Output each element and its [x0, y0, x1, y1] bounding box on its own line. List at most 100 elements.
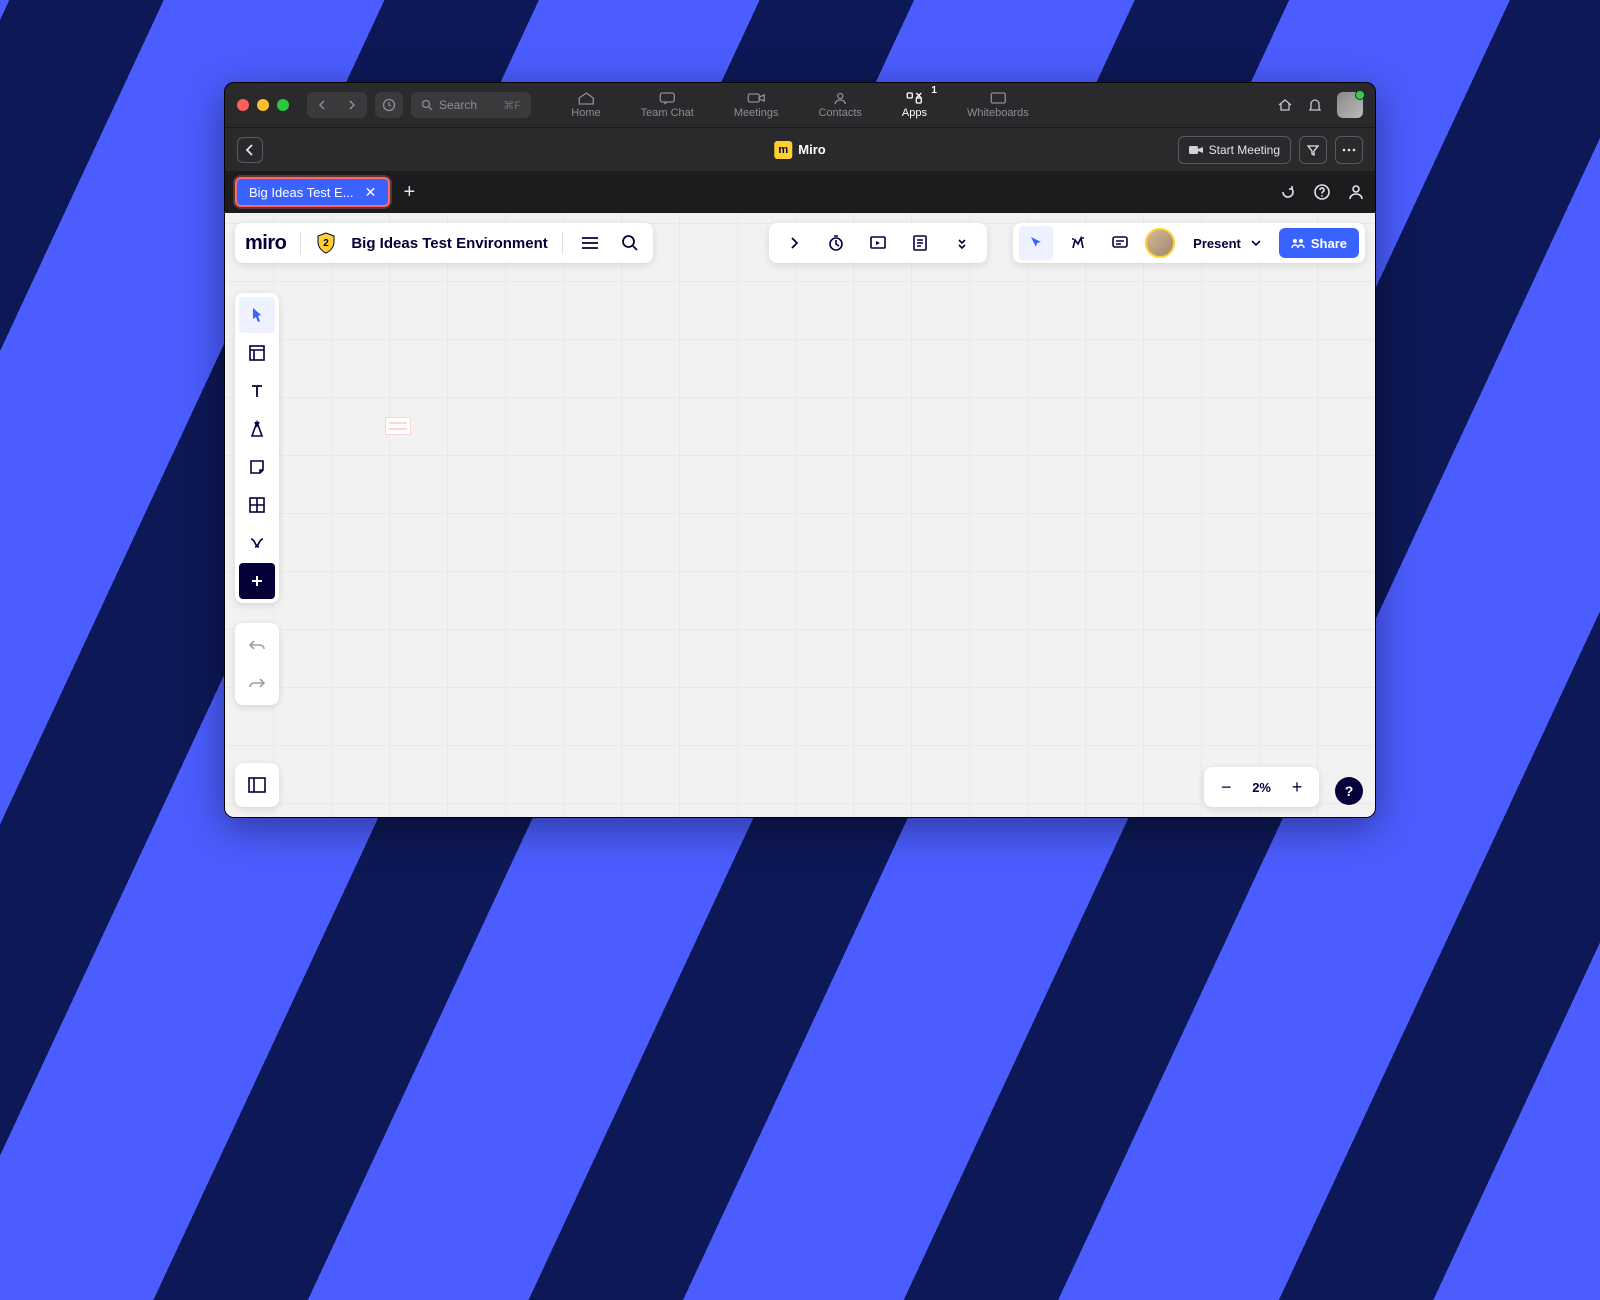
divider: [562, 232, 563, 254]
presentation-button[interactable]: [861, 226, 895, 260]
tab-home-label: Home: [571, 107, 600, 119]
svg-text:2: 2: [324, 238, 330, 249]
home-shortcut-icon[interactable]: [1277, 97, 1293, 113]
left-toolbar: [235, 293, 279, 603]
history-button[interactable]: [375, 92, 403, 118]
tabrow-right: [1279, 183, 1365, 201]
miro-brand[interactable]: miro: [245, 232, 286, 255]
center-tabs: Home Team Chat Meetings Contacts 1 Apps: [565, 83, 1034, 127]
present-dropdown[interactable]: Present: [1183, 228, 1271, 258]
app-title: m Miro: [774, 141, 825, 159]
connection-tool[interactable]: [239, 525, 275, 561]
people-icon: [1291, 237, 1305, 249]
tab-meetings-label: Meetings: [734, 107, 779, 119]
tab-whiteboards-label: Whiteboards: [967, 107, 1029, 119]
shield-badge-icon[interactable]: 2: [315, 232, 337, 254]
select-tool[interactable]: [239, 297, 275, 333]
app-name-label: Miro: [798, 142, 825, 157]
nav-arrows: [307, 92, 367, 118]
video-icon: [1189, 145, 1203, 155]
reactions-button[interactable]: [1061, 226, 1095, 260]
more-tools-button[interactable]: [945, 226, 979, 260]
board-title[interactable]: Big Ideas Test Environment: [351, 235, 547, 252]
frames-panel-button[interactable]: [235, 763, 279, 807]
undo-button[interactable]: [239, 627, 275, 663]
search-shortcut: ⌘F: [503, 99, 521, 112]
filter-button[interactable]: [1299, 136, 1327, 164]
zoom-out-button[interactable]: −: [1210, 771, 1242, 803]
board-object[interactable]: [385, 417, 411, 435]
search-icon: [421, 99, 433, 111]
titlebar: Search ⌘F Home Team Chat Meetings Contac…: [225, 83, 1375, 127]
collaborator-avatar[interactable]: [1145, 228, 1175, 258]
nav-forward-button[interactable]: [339, 94, 365, 116]
cursor-tool-button[interactable]: [1019, 226, 1053, 260]
grid-tool[interactable]: [239, 487, 275, 523]
zoom-level[interactable]: 2%: [1246, 780, 1277, 795]
apps-badge: 1: [931, 85, 937, 96]
notifications-icon[interactable]: [1307, 97, 1323, 113]
help-button[interactable]: [1313, 183, 1331, 201]
nav-back-button[interactable]: [309, 94, 335, 116]
board-menu-button[interactable]: [577, 232, 603, 254]
whiteboard-icon: [989, 91, 1007, 105]
app-window: Search ⌘F Home Team Chat Meetings Contac…: [224, 82, 1376, 818]
window-minimize-button[interactable]: [257, 99, 269, 111]
tab-meetings[interactable]: Meetings: [728, 87, 785, 123]
board-tab-active[interactable]: Big Ideas Test E... ✕: [235, 177, 390, 207]
search-placeholder: Search: [439, 98, 477, 112]
share-label: Share: [1311, 236, 1347, 251]
zoom-controls: − 2% +: [1204, 767, 1319, 807]
template-tool[interactable]: [239, 335, 275, 371]
chat-icon: [658, 91, 676, 105]
share-button[interactable]: Share: [1279, 228, 1359, 258]
add-more-tool[interactable]: [239, 563, 275, 599]
tab-row: Big Ideas Test E... ✕ +: [225, 171, 1375, 213]
app-back-button[interactable]: [237, 137, 263, 163]
video-icon: [747, 91, 765, 105]
canvas[interactable]: miro 2 Big Ideas Test Environment: [225, 213, 1375, 817]
tab-team-chat[interactable]: Team Chat: [635, 87, 700, 123]
tab-contacts-label: Contacts: [818, 107, 861, 119]
board-header-bar: miro 2 Big Ideas Test Environment: [235, 223, 653, 263]
tab-team-chat-label: Team Chat: [641, 107, 694, 119]
refresh-button[interactable]: [1279, 183, 1297, 201]
shape-tool[interactable]: [239, 411, 275, 447]
present-label: Present: [1193, 236, 1241, 251]
help-fab[interactable]: ?: [1335, 777, 1363, 805]
more-options-button[interactable]: [1335, 136, 1363, 164]
close-tab-button[interactable]: ✕: [362, 183, 380, 201]
zoom-in-button[interactable]: +: [1281, 771, 1313, 803]
tab-home[interactable]: Home: [565, 87, 606, 123]
miro-logo-icon: m: [774, 141, 792, 159]
board-search-button[interactable]: [617, 230, 643, 256]
tab-whiteboards[interactable]: Whiteboards: [961, 87, 1035, 123]
subheader-right: Start Meeting: [1178, 136, 1363, 164]
text-tool[interactable]: [239, 373, 275, 409]
tab-contacts[interactable]: Contacts: [812, 87, 867, 123]
timer-button[interactable]: [819, 226, 853, 260]
board-tools-bar: [769, 223, 987, 263]
expand-button[interactable]: [777, 226, 811, 260]
redo-button[interactable]: [239, 665, 275, 701]
add-tab-button[interactable]: +: [400, 181, 420, 204]
chevron-down-icon: [1251, 240, 1261, 246]
window-controls: [237, 99, 289, 111]
tab-apps-label: Apps: [902, 107, 927, 119]
window-close-button[interactable]: [237, 99, 249, 111]
start-meeting-label: Start Meeting: [1209, 143, 1280, 157]
tab-apps[interactable]: 1 Apps: [896, 87, 933, 123]
history-toolbar: [235, 623, 279, 705]
titlebar-right: [1277, 92, 1363, 118]
comments-button[interactable]: [1103, 226, 1137, 260]
subheader: m Miro Start Meeting: [225, 127, 1375, 171]
notes-button[interactable]: [903, 226, 937, 260]
user-avatar[interactable]: [1337, 92, 1363, 118]
start-meeting-button[interactable]: Start Meeting: [1178, 136, 1291, 164]
board-tab-label: Big Ideas Test E...: [249, 185, 354, 200]
contacts-icon: [831, 91, 849, 105]
window-maximize-button[interactable]: [277, 99, 289, 111]
profile-button[interactable]: [1347, 183, 1365, 201]
search-box[interactable]: Search ⌘F: [411, 92, 531, 118]
sticky-note-tool[interactable]: [239, 449, 275, 485]
